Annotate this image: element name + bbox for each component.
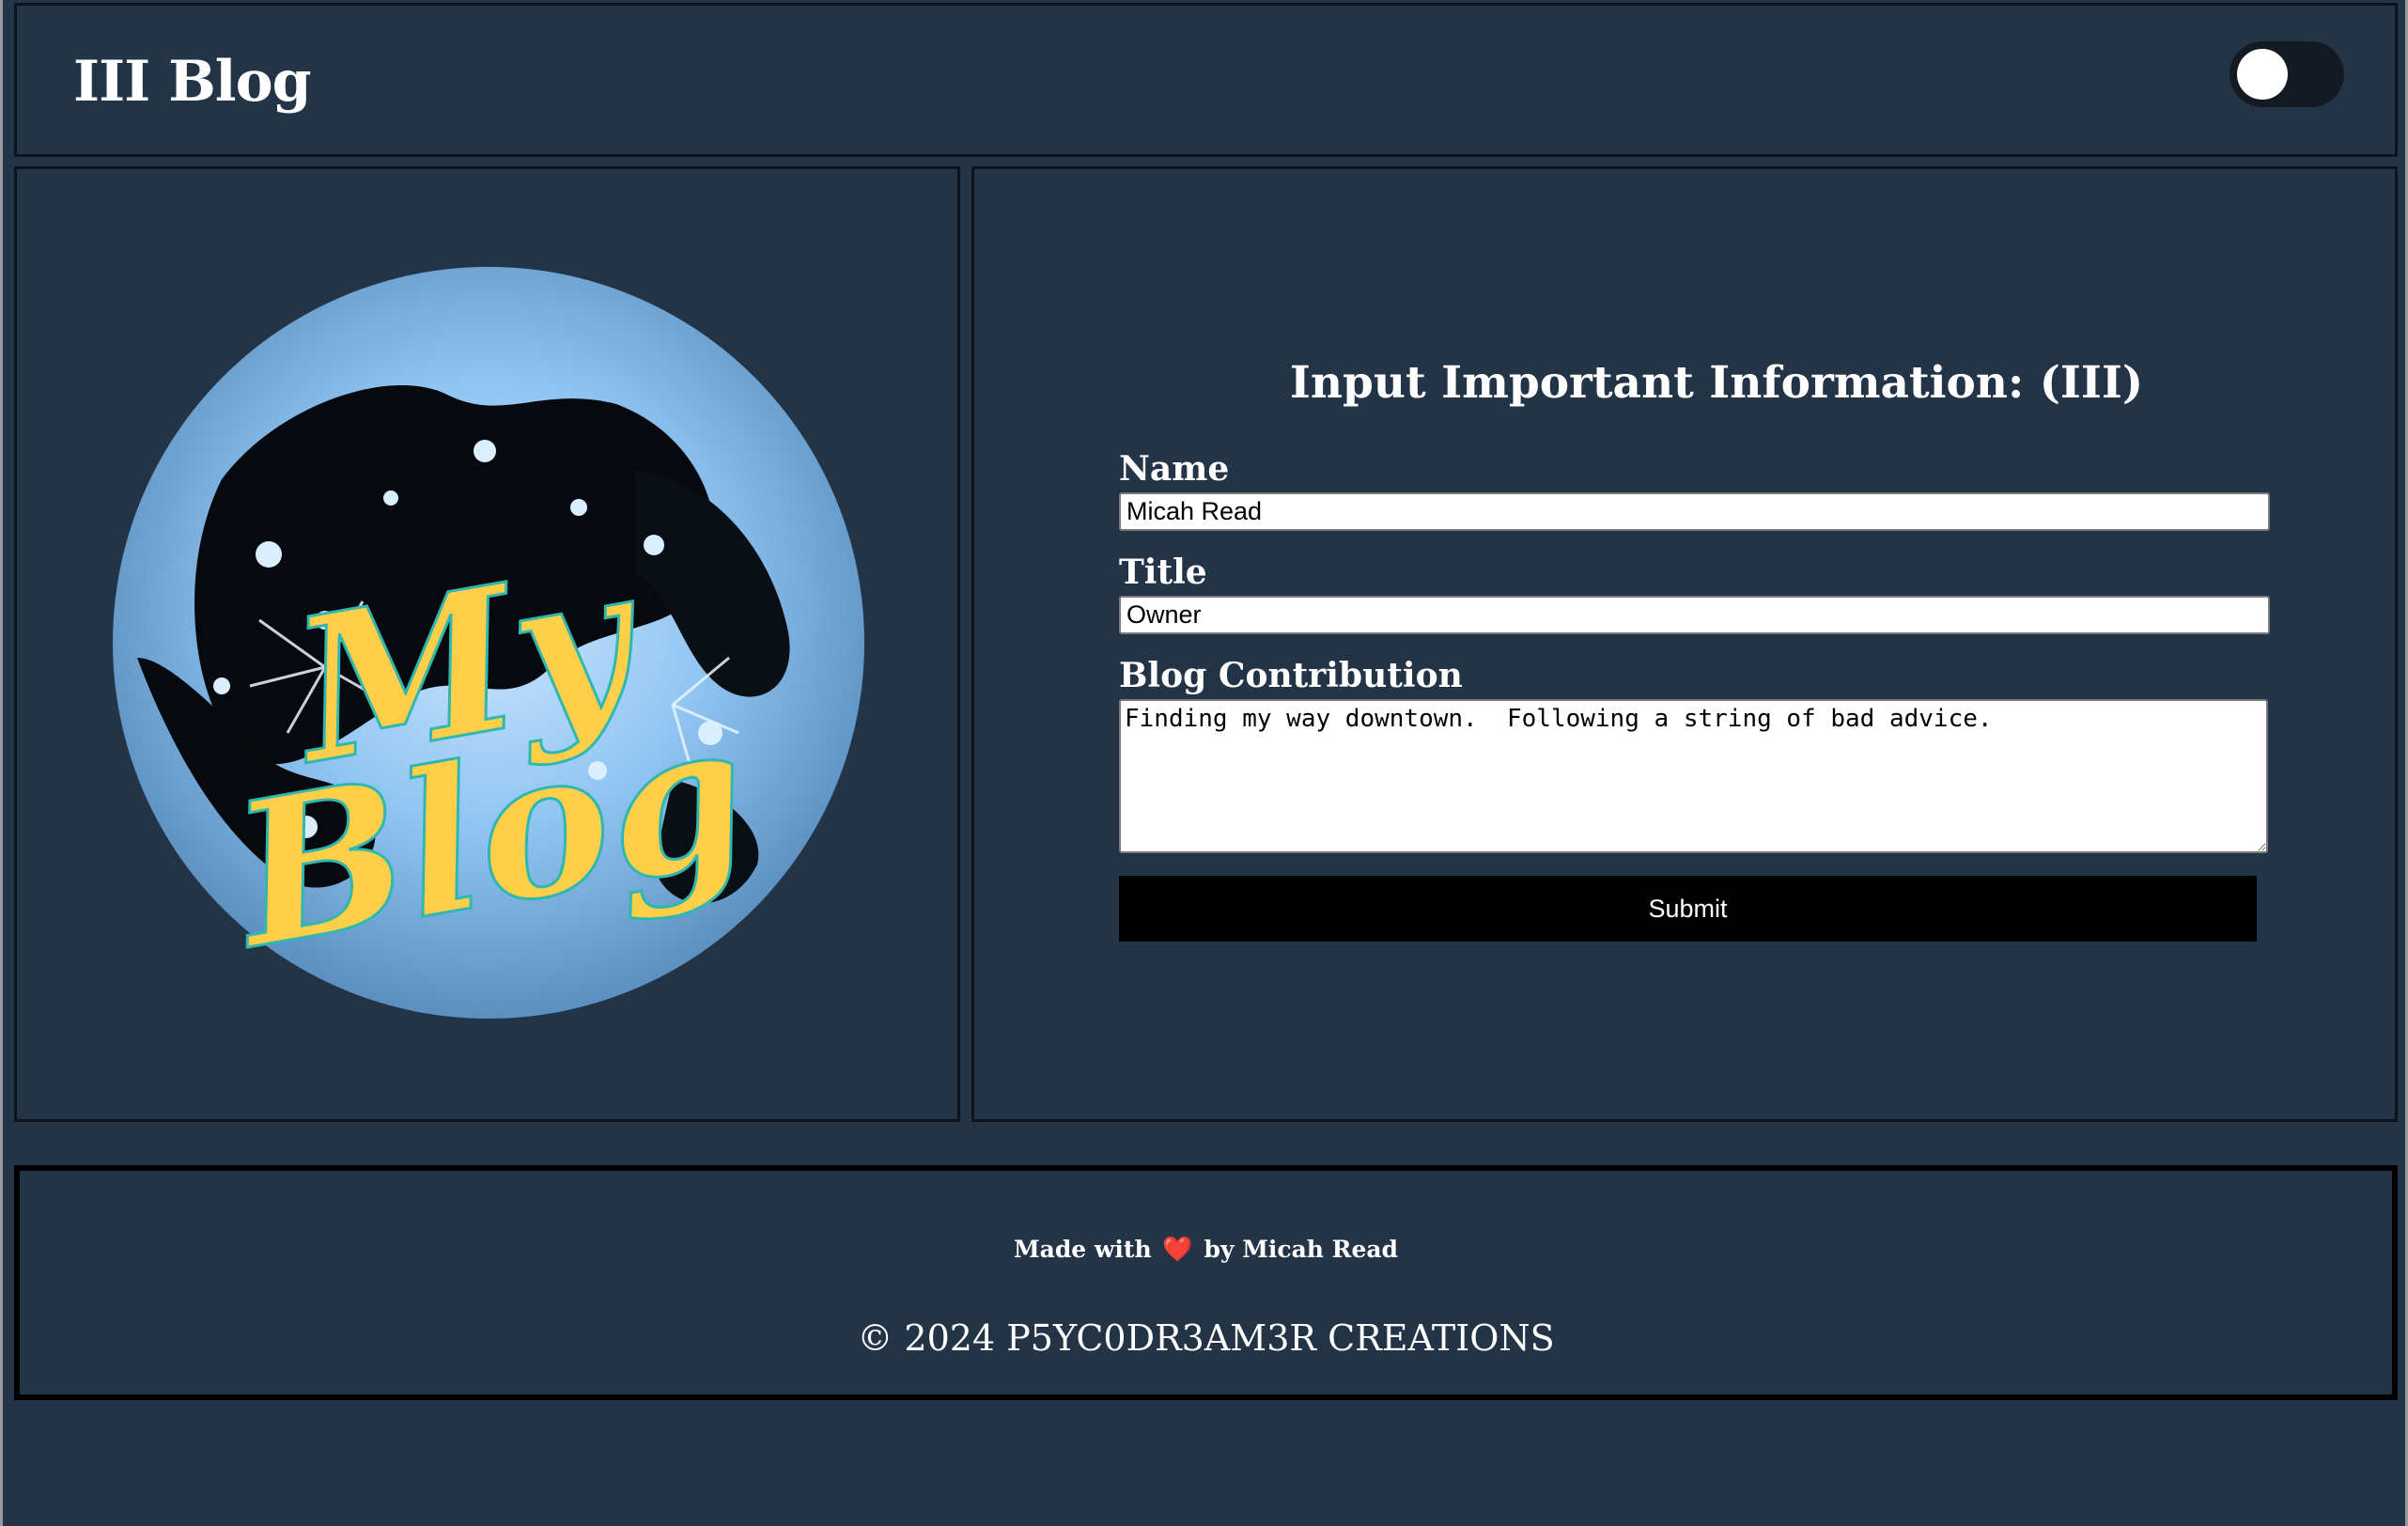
copyright-text: © 2024 P5YC0DR3AM3R CREATIONS [857,1317,1555,1359]
form-panel: Input Important Information: (III) Name … [971,166,2398,1122]
site-header: III Blog [14,3,2398,157]
moon-logo: My Blog [109,263,868,1022]
made-with-suffix: by Micah Read [1204,1236,1399,1263]
moon-logo-image: My Blog [113,267,864,1019]
blog-contribution-textarea[interactable]: Finding my way downtown. Following a str… [1119,699,2268,853]
page: III Blog My Blog Input Important Informa… [0,0,2408,1526]
made-with-credit: Made with ❤️ by Micah Read [20,1233,2392,1267]
title-input[interactable] [1119,596,2270,634]
submit-button[interactable]: Submit [1119,876,2257,942]
toggle-knob [2237,49,2288,100]
theme-toggle[interactable] [2229,41,2344,107]
form-heading: Input Important Information: (III) [1289,357,2144,409]
title-label: Title [1119,553,1207,592]
site-title: III Blog [73,49,312,115]
name-label: Name [1119,449,1230,489]
heart-icon: ❤️ [1162,1236,1193,1264]
logo-panel: My Blog [14,166,960,1122]
site-footer: Made with ❤️ by Micah Read © 2024 P5YC0D… [14,1165,2398,1400]
made-with-prefix: Made with [1013,1236,1152,1263]
name-input[interactable] [1119,492,2270,531]
blog-contribution-label: Blog Contribution [1119,656,1463,695]
